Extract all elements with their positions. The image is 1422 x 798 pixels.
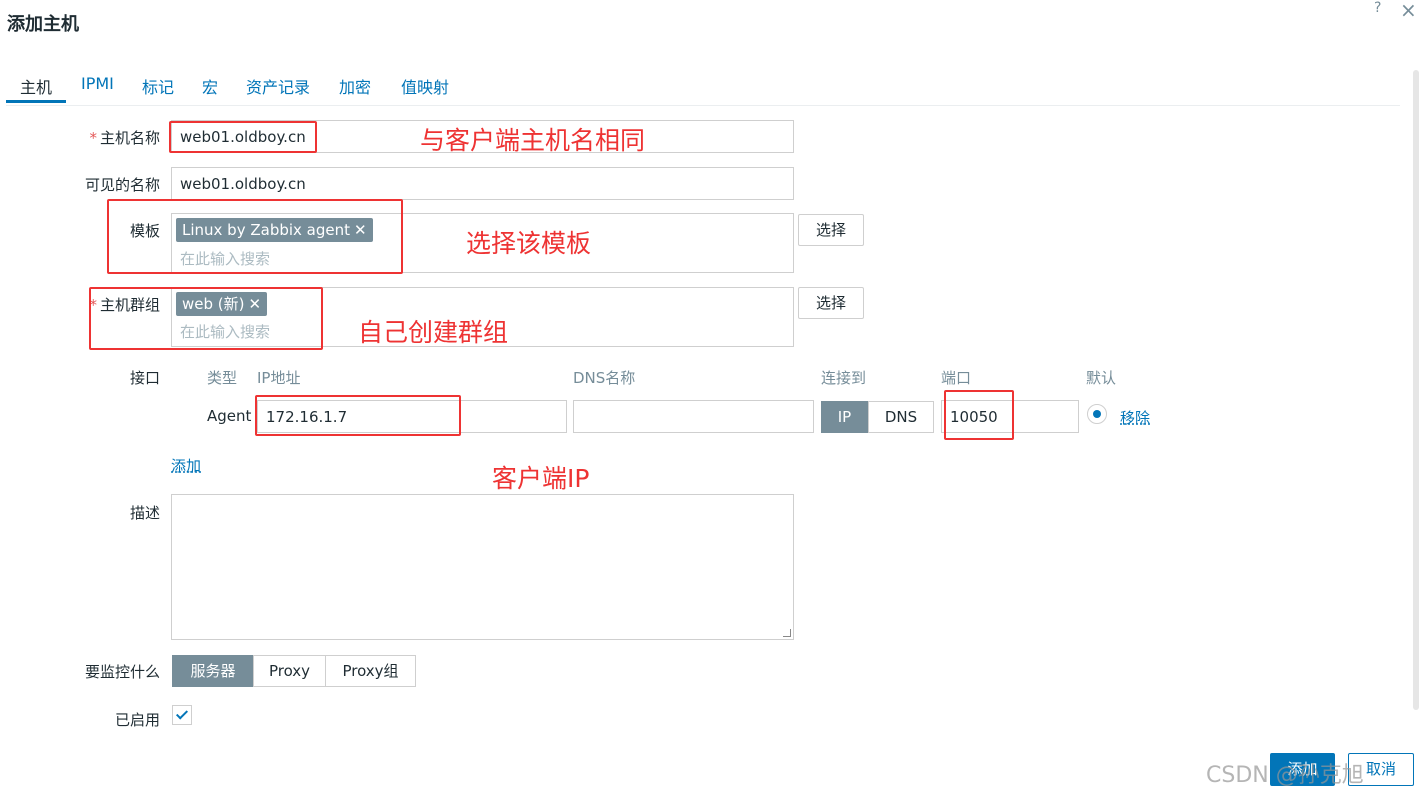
annotation-ip-note: 客户端IP — [492, 464, 590, 493]
description-label: 描述 — [129, 504, 160, 522]
groups-select-button[interactable]: 选择 — [798, 287, 864, 319]
tab-inventory[interactable]: 资产记录 — [246, 74, 310, 98]
connect-dns-button[interactable]: DNS — [868, 401, 934, 433]
tab-tags[interactable]: 标记 — [142, 74, 174, 98]
annotation-group-note: 自己创建群组 — [358, 318, 509, 347]
add-interface-link[interactable]: 添加 — [171, 455, 201, 476]
scrollbar[interactable] — [1413, 70, 1419, 710]
col-ip: IP地址 — [257, 369, 301, 387]
interface-type: Agent — [207, 407, 252, 425]
enabled-label: 已启用 — [114, 711, 160, 729]
tab-macros[interactable]: 宏 — [202, 74, 218, 98]
visible-name-input[interactable]: web01.oldboy.cn — [171, 167, 794, 200]
check-icon — [175, 707, 189, 720]
close-icon[interactable]: × — [1400, 0, 1417, 22]
col-default: 默认 — [1086, 369, 1117, 387]
annotation-box-group — [89, 287, 323, 350]
interface-dns-input[interactable] — [573, 400, 814, 433]
tab-bar: 主机 IPMI 标记 宏 资产记录 加密 值映射 — [6, 70, 1400, 106]
active-tab-indicator — [6, 100, 66, 103]
resize-handle-icon[interactable] — [783, 629, 791, 637]
tab-encryption[interactable]: 加密 — [339, 74, 371, 98]
annotation-template-note: 选择该模板 — [466, 229, 592, 258]
visible-name-label: 可见的名称 — [84, 176, 160, 194]
interfaces-label: 接口 — [129, 369, 160, 387]
default-interface-radio[interactable] — [1087, 404, 1107, 424]
annotation-box-template — [107, 199, 403, 274]
radio-selected-dot — [1093, 410, 1101, 418]
col-port: 端口 — [941, 369, 972, 387]
tab-ipmi[interactable]: IPMI — [81, 74, 114, 93]
host-name-label: * 主机名称 — [89, 129, 160, 147]
col-type: 类型 — [207, 369, 238, 387]
dialog-title: 添加主机 — [7, 14, 79, 35]
monitored-by-proxy[interactable]: Proxy — [253, 655, 326, 687]
col-connect-to: 连接到 — [821, 369, 867, 387]
monitored-by-proxy-group[interactable]: Proxy组 — [325, 655, 416, 687]
description-textarea[interactable] — [171, 494, 794, 640]
enabled-checkbox[interactable] — [172, 705, 192, 725]
annotation-host-name-note: 与客户端主机名相同 — [420, 126, 646, 155]
annotation-box-port — [944, 390, 1014, 440]
monitored-by-server[interactable]: 服务器 — [172, 655, 254, 687]
monitored-by-label: 要监控什么 — [84, 663, 160, 681]
tab-value-mapping[interactable]: 值映射 — [401, 74, 449, 98]
watermark: CSDN @孙克旭 — [1206, 763, 1364, 788]
connect-ip-button[interactable]: IP — [821, 401, 868, 433]
help-icon[interactable]: ? — [1374, 0, 1381, 16]
annotation-box-host-name — [169, 121, 317, 153]
tab-host[interactable]: 主机 — [20, 74, 52, 98]
annotation-box-ip — [255, 395, 461, 436]
remove-interface-link[interactable]: 移除 — [1120, 407, 1150, 428]
col-dns: DNS名称 — [573, 369, 636, 387]
templates-select-button[interactable]: 选择 — [798, 214, 864, 246]
